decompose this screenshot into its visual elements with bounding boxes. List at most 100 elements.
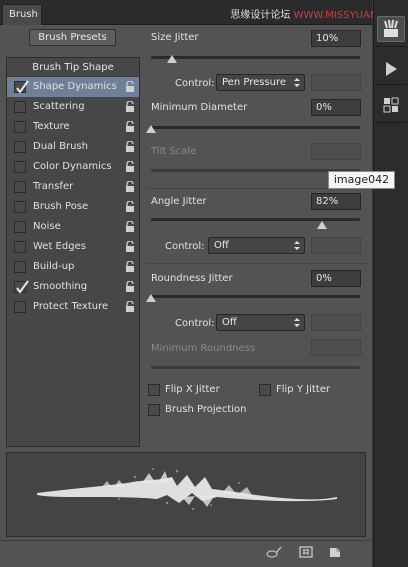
option-checkbox[interactable] [14,181,26,193]
sidebar-item[interactable]: Smoothing [7,277,139,297]
brush-presets-dock-button[interactable] [377,92,405,118]
flip-x-jitter-checkbox[interactable] [148,384,160,396]
option-checkbox[interactable] [14,201,26,213]
minimum-roundness-slider [151,366,360,369]
size-jitter-label: Size Jitter [151,32,199,43]
sidebar-item[interactable]: Wet Edges [7,237,139,257]
angle-jitter-slider[interactable] [151,218,360,221]
option-checkbox[interactable] [14,261,26,273]
sidebar-item[interactable]: Build-up [7,257,139,277]
lock-icon[interactable] [125,181,135,193]
lock-icon[interactable] [125,201,135,213]
brush-tip-shape-item[interactable]: Brush Tip Shape [7,58,139,77]
roundness-jitter-slider[interactable] [151,295,360,298]
brush-stroke-preview-image [37,468,337,511]
option-checkbox[interactable] [14,241,26,253]
sidebar-item-label: Texture [33,121,70,132]
sidebar-item-label: Shape Dynamics [33,81,117,92]
size-control-value: Pen Pressure [222,77,287,88]
option-checkbox[interactable] [14,161,26,173]
checkmark-icon [16,280,29,294]
brush-presets-button[interactable]: Brush Presets [29,29,116,46]
option-checkbox[interactable] [14,141,26,153]
lock-icon[interactable] [125,141,135,153]
angle-control-empty-field [311,237,361,254]
sidebar-item-label: Noise [33,221,61,232]
flip-y-jitter-label: Flip Y Jitter [276,384,330,395]
lock-icon[interactable] [125,281,135,293]
roundness-control-dropdown[interactable]: Off [216,314,305,331]
option-checkbox[interactable] [14,101,26,113]
right-dock [373,0,408,567]
size-control-dropdown[interactable]: Pen Pressure [216,74,305,91]
flip-y-jitter-checkbox[interactable] [259,384,271,396]
angle-control-value: Off [214,240,229,251]
roundness-jitter-value[interactable]: 0% [311,270,361,287]
size-jitter-value[interactable]: 10% [311,30,361,47]
lock-icon[interactable] [125,101,135,113]
toggle-bristle-preview-button[interactable] [266,545,282,559]
watermark-text: 思缘设计论坛 [230,10,291,21]
brush-stroke-preview [6,452,366,537]
dock-divider [375,46,406,47]
roundness-control-empty-field [311,314,361,331]
roundness-control-label: Control: [175,318,215,329]
sidebar-item-label: Scattering [33,101,85,112]
lock-icon[interactable] [125,261,135,273]
brush-projection-checkbox[interactable] [148,404,160,416]
angle-control-dropdown[interactable]: Off [208,237,305,254]
sidebar-item[interactable]: Dual Brush [7,137,139,157]
sidebar-item[interactable]: Color Dynamics [7,157,139,177]
open-preset-manager-button[interactable] [299,545,313,559]
lock-icon[interactable] [125,161,135,173]
brush-projection-label: Brush Projection [165,404,247,415]
lock-icon[interactable] [125,121,135,133]
minimum-roundness-label: Minimum Roundness [151,343,256,354]
minimum-diameter-value[interactable]: 0% [311,99,361,116]
sidebar-item-label: Smoothing [33,281,88,292]
angle-jitter-slider-thumb[interactable] [317,221,328,229]
clone-source-button[interactable] [377,56,405,82]
option-checkbox[interactable] [14,80,29,94]
size-control-empty-field [311,74,361,91]
brush-presets-icon [383,97,399,113]
option-checkbox[interactable] [14,121,26,133]
sidebar-item[interactable]: Shape Dynamics [7,77,139,97]
size-jitter-slider[interactable] [151,56,360,59]
checkmark-icon [16,80,29,94]
option-checkbox[interactable] [14,221,26,233]
option-checkbox[interactable] [14,301,26,313]
play-icon [386,62,397,76]
roundness-jitter-slider-thumb[interactable] [146,294,156,302]
toggle-bristle-preview-icon [266,546,282,558]
flip-x-jitter-label: Flip X Jitter [165,384,220,395]
dock-divider [375,122,406,123]
minimum-diameter-slider[interactable] [151,126,360,129]
lock-icon[interactable] [125,241,135,253]
angle-jitter-value[interactable]: 82% [311,193,361,210]
sidebar-item-label: Brush Pose [33,201,89,212]
minimum-diameter-label: Minimum Diameter [151,102,248,113]
sidebar-item[interactable]: Brush Pose [7,197,139,217]
angle-control-label: Control: [165,241,205,252]
sidebar-item[interactable]: Transfer [7,177,139,197]
section-divider [146,263,368,264]
brush-panel-button[interactable] [377,16,405,42]
size-jitter-slider-thumb[interactable] [166,55,177,63]
sidebar-item[interactable]: Noise [7,217,139,237]
tooltip: image042 [328,171,395,189]
panel-bottom-bar [0,540,372,567]
lock-icon[interactable] [125,81,135,93]
lock-icon[interactable] [125,221,135,233]
lock-icon[interactable] [125,301,135,313]
sidebar-item[interactable]: Scattering [7,97,139,117]
sidebar-item[interactable]: Texture [7,117,139,137]
sidebar-item-label: Transfer [33,181,74,192]
minimum-diameter-slider-thumb[interactable] [146,125,156,133]
create-new-brush-button[interactable] [328,545,342,559]
option-checkbox[interactable] [14,280,29,294]
sidebar-item-label: Wet Edges [33,241,86,252]
minimum-roundness-empty-field [311,339,361,356]
tab-brush[interactable]: Brush [2,4,42,25]
sidebar-item[interactable]: Protect Texture [7,297,139,317]
